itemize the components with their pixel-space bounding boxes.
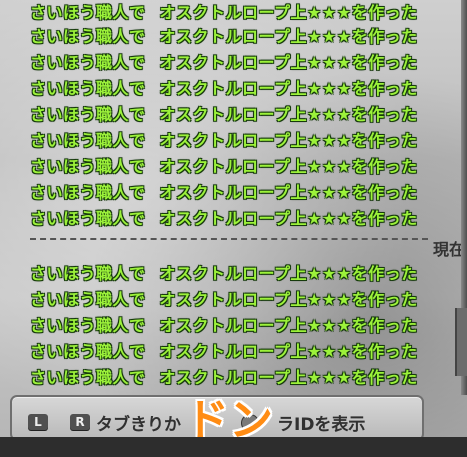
tab-switch-label: タブきりか: [96, 415, 181, 435]
log-line: さいほう職人で オスクトルロープ上★★★を作った: [30, 339, 418, 365]
log-segment-item: オスクトルロープ上★★★を作った: [159, 79, 418, 98]
show-character-id-label: ラIDを表示: [277, 415, 366, 435]
chat-log-panel: さいほう職人で オスクトルロープ上★★★を作った さいほう職人で オスクトルロープ上…: [0, 0, 467, 457]
log-line: さいほう職人で オスクトルロープ上★★★を作った: [30, 102, 418, 128]
log-line: さいほう職人で オスクトルロープ上★★★を作った: [30, 206, 418, 232]
log-segment-item: オスクトルロープ上★★★を作った: [159, 342, 418, 361]
log-segment-crafter: さいほう職人で: [30, 342, 146, 361]
log-line: さいほう職人で オスクトルロープ上★★★を作った: [30, 0, 418, 26]
log-line: さいほう職人で オスクトルロープ上★★★を作った: [30, 24, 418, 50]
scrollbar-track[interactable]: [455, 308, 467, 376]
l-button-icon[interactable]: L: [28, 414, 48, 430]
log-line: さいほう職人で オスクトルロープ上★★★を作った: [30, 261, 418, 287]
log-segment-item: オスクトルロープ上★★★を作った: [159, 27, 418, 46]
log-segment-crafter: さいほう職人で: [30, 157, 146, 176]
log-segment-item: オスクトルロープ上★★★を作った: [159, 131, 418, 150]
log-segment-item: オスクトルロープ上★★★を作った: [159, 105, 418, 124]
log-segment-crafter: さいほう職人で: [30, 368, 146, 387]
log-segment-item: オスクトルロープ上★★★を作った: [159, 290, 418, 309]
log-segment-item: オスクトルロープ上★★★を作った: [159, 3, 418, 22]
log-segment-crafter: さいほう職人で: [30, 3, 146, 22]
log-segment-crafter: さいほう職人で: [30, 53, 146, 72]
r-button-icon[interactable]: R: [70, 414, 90, 430]
log-segment-item: オスクトルロープ上★★★を作った: [159, 264, 418, 283]
log-line: さいほう職人で オスクトルロープ上★★★を作った: [30, 76, 418, 102]
log-segment-crafter: さいほう職人で: [30, 183, 146, 202]
log-line: さいほう職人で オスクトルロープ上★★★を作った: [30, 287, 418, 313]
current-divider: [30, 238, 428, 240]
log-segment-item: オスクトルロープ上★★★を作った: [159, 209, 418, 228]
log-line: さいほう職人で オスクトルロープ上★★★を作った: [30, 180, 418, 206]
log-segment-crafter: さいほう職人で: [30, 316, 146, 335]
log-segment-item: オスクトルロープ上★★★を作った: [159, 157, 418, 176]
log-segment-crafter: さいほう職人で: [30, 27, 146, 46]
log-segment-item: オスクトルロープ上★★★を作った: [159, 53, 418, 72]
log-line: さいほう職人で オスクトルロープ上★★★を作った: [30, 154, 418, 180]
log-segment-crafter: さいほう職人で: [30, 290, 146, 309]
log-line: さいほう職人で オスクトルロープ上★★★を作った: [30, 313, 418, 339]
log-line: さいほう職人で オスクトルロープ上★★★を作った: [30, 365, 418, 391]
log-line: さいほう職人で オスクトルロープ上★★★を作った: [30, 128, 418, 154]
log-segment-item: オスクトルロープ上★★★を作った: [159, 183, 418, 202]
log-segment-crafter: さいほう職人で: [30, 209, 146, 228]
log-segment-crafter: さいほう職人で: [30, 131, 146, 150]
log-segment-crafter: さいほう職人で: [30, 264, 146, 283]
log-segment-crafter: さいほう職人で: [30, 105, 146, 124]
log-segment-item: オスクトルロープ上★★★を作った: [159, 316, 418, 335]
log-segment-item: オスクトルロープ上★★★を作った: [159, 368, 418, 387]
log-segment-crafter: さいほう職人で: [30, 79, 146, 98]
log-line: さいほう職人で オスクトルロープ上★★★を作った: [30, 50, 418, 76]
bottom-bar: [0, 437, 467, 457]
